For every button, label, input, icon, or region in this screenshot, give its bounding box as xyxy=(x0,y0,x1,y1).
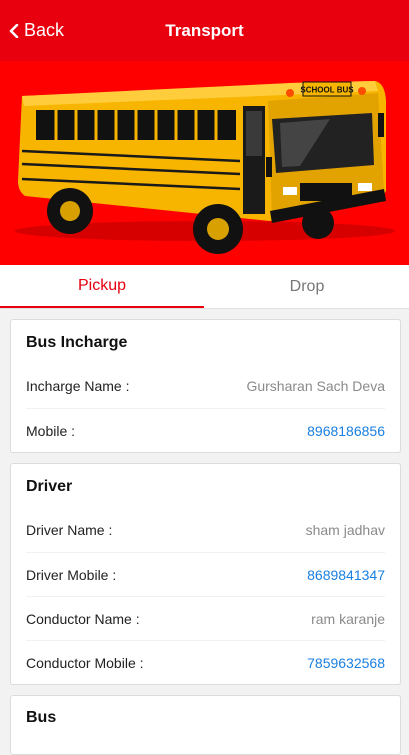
tab-drop[interactable]: Drop xyxy=(205,265,409,308)
card-title: Bus Incharge xyxy=(26,334,128,351)
driver-name-value: sham jadhav xyxy=(305,522,385,538)
bus-incharge-card: Bus Incharge Incharge Name : Gursharan S… xyxy=(10,319,401,453)
row-label: Conductor Mobile : xyxy=(26,655,144,671)
tab-pickup[interactable]: Pickup xyxy=(0,265,204,308)
row-label: Driver Mobile : xyxy=(26,567,117,583)
app-header: Back Transport xyxy=(0,0,409,61)
incharge-mobile-link[interactable]: 8968186856 xyxy=(307,423,385,439)
list-item: Conductor Mobile : 7859632568 xyxy=(26,640,385,685)
row-label: Driver Name : xyxy=(26,522,113,538)
conductor-mobile-link[interactable]: 7859632568 xyxy=(307,655,385,671)
list-item: Mobile : 8968186856 xyxy=(26,408,385,453)
bus-card: Bus xyxy=(10,695,401,755)
chevron-left-icon xyxy=(9,23,19,38)
driver-mobile-link[interactable]: 8689841347 xyxy=(307,567,385,583)
list-item: Conductor Name : ram karanje xyxy=(26,596,385,641)
list-item: Incharge Name : Gursharan Sach Deva xyxy=(26,364,385,408)
row-label: Conductor Name : xyxy=(26,611,140,627)
back-label: Back xyxy=(24,20,65,40)
list-item: Driver Mobile : 8689841347 xyxy=(26,552,385,597)
back-button[interactable]: Back xyxy=(8,0,64,61)
list-item: Driver Name : sham jadhav xyxy=(26,508,385,552)
school-bus-image: SCHOOL BUS xyxy=(15,81,395,254)
incharge-name-value: Gursharan Sach Deva xyxy=(246,378,385,394)
bus-sign: SCHOOL BUS xyxy=(300,86,354,95)
conductor-name-value: ram karanje xyxy=(311,611,385,627)
row-label: Incharge Name : xyxy=(26,378,130,394)
card-title: Driver xyxy=(26,478,73,495)
tab-bar: Pickup Drop xyxy=(0,265,409,309)
bus-banner: SCHOOL BUS xyxy=(0,61,409,265)
card-title: Bus xyxy=(26,709,57,726)
driver-card: Driver Driver Name : sham jadhav Driver … xyxy=(10,463,401,685)
row-label: Mobile : xyxy=(26,423,76,439)
